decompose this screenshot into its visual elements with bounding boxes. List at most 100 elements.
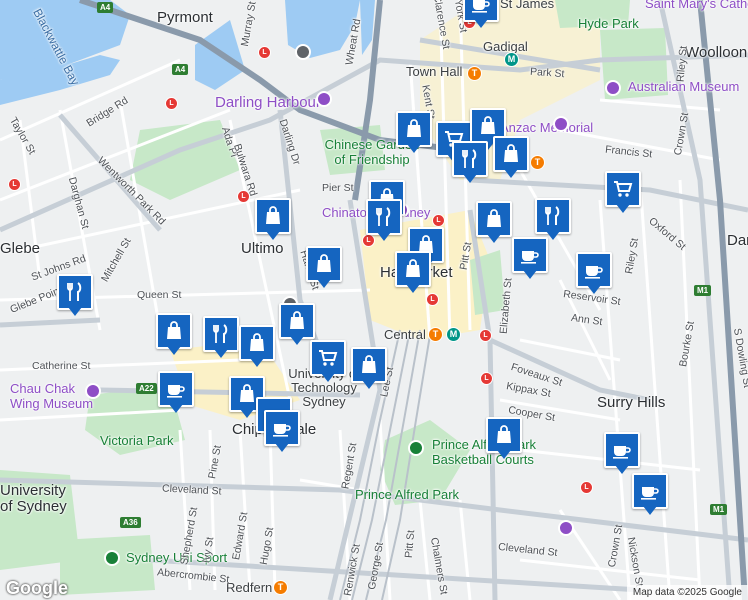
area-label-woolloomooloo: Woolloon bbox=[685, 44, 748, 61]
poi-label-darling-harbour: Darling Harbour bbox=[215, 94, 321, 111]
light-rail-icon: L bbox=[580, 481, 593, 494]
light-rail-icon: L bbox=[432, 214, 445, 227]
shopping-bag-icon bbox=[487, 209, 501, 227]
metro-station-icon: M bbox=[446, 327, 461, 342]
map-marker-fork[interactable] bbox=[452, 141, 488, 187]
map-marker-fork[interactable] bbox=[57, 274, 93, 320]
map-marker-cup[interactable] bbox=[463, 0, 499, 32]
coffee-cup-icon bbox=[273, 424, 291, 437]
map-marker-cup[interactable] bbox=[632, 473, 668, 519]
street-label-catherine-st: Catherine St bbox=[32, 360, 91, 372]
poi-label-hyde-park: Hyde Park bbox=[578, 16, 639, 31]
poi-label-saint-marys: Saint Mary's Cathe bbox=[645, 0, 748, 11]
route-shield-a36: A36 bbox=[120, 517, 141, 528]
shopping-bag-icon bbox=[290, 311, 304, 329]
google-logo: Google bbox=[6, 578, 68, 598]
station-label-st-james: St James bbox=[500, 0, 555, 11]
shopping-bag-icon bbox=[407, 119, 421, 137]
map-marker-bag[interactable] bbox=[255, 198, 291, 244]
coffee-cup-icon bbox=[641, 487, 659, 500]
train-station-icon: T bbox=[467, 66, 482, 81]
map-marker-cup[interactable] bbox=[264, 410, 300, 456]
restaurant-icon bbox=[545, 206, 560, 225]
map-marker-cup[interactable] bbox=[158, 371, 194, 417]
train-station-icon: T bbox=[273, 580, 288, 595]
map-marker-fork[interactable] bbox=[203, 316, 239, 362]
coffee-cup-icon bbox=[167, 385, 185, 398]
map-canvas[interactable]: Pyrmont Ultimo Glebe Woolloon Haymarket … bbox=[0, 0, 748, 600]
map-marker-bag[interactable] bbox=[486, 417, 522, 463]
map-marker-cup[interactable] bbox=[604, 432, 640, 478]
museum-icon bbox=[553, 116, 569, 132]
street-label-pitt-st-south: Pitt St bbox=[402, 529, 418, 559]
shopping-bag-icon bbox=[250, 333, 264, 351]
station-label-gadigal: Gadigal bbox=[483, 39, 528, 54]
restaurant-icon bbox=[462, 149, 477, 168]
light-rail-icon: L bbox=[165, 97, 178, 110]
light-rail-icon: L bbox=[480, 372, 493, 385]
map-marker-cup[interactable] bbox=[512, 237, 548, 283]
area-label-surry-hills: Surry Hills bbox=[597, 394, 666, 411]
map-marker-bag[interactable] bbox=[306, 246, 342, 292]
coffee-cup-icon bbox=[613, 446, 631, 459]
area-label-university-of-sydney: University of Sydney bbox=[0, 482, 67, 515]
area-label-glebe: Glebe bbox=[0, 240, 41, 257]
shopping-bag-icon bbox=[362, 355, 376, 373]
poi-label-prince-alfred-park: Prince Alfred Park bbox=[355, 487, 460, 502]
restaurant-icon bbox=[67, 282, 82, 301]
museum-icon bbox=[605, 80, 621, 96]
poi-label-victoria-park: Victoria Park bbox=[100, 433, 174, 448]
coffee-cup-icon bbox=[472, 0, 490, 13]
light-rail-icon: L bbox=[237, 190, 250, 203]
restaurant-icon bbox=[376, 207, 391, 226]
map-marker-cart[interactable] bbox=[605, 171, 641, 217]
street-label-queen-st: Queen St bbox=[137, 289, 182, 301]
park-icon bbox=[104, 550, 120, 566]
restaurant-icon bbox=[213, 324, 228, 343]
shopping-bag-icon bbox=[481, 116, 495, 134]
station-label-town-hall: Town Hall bbox=[406, 64, 463, 79]
shopping-cart-icon bbox=[614, 181, 633, 197]
light-rail-icon: L bbox=[479, 329, 492, 342]
museum-icon bbox=[85, 383, 101, 399]
map-attribution[interactable]: Map data ©2025 Google bbox=[626, 585, 748, 600]
landmark-icon bbox=[295, 44, 311, 60]
map-marker-bag[interactable] bbox=[156, 313, 192, 359]
coffee-cup-icon bbox=[521, 251, 539, 264]
museum-icon bbox=[558, 520, 574, 536]
map-marker-bag[interactable] bbox=[351, 347, 387, 393]
route-shield-a22: A22 bbox=[136, 383, 157, 394]
area-label-pyrmont: Pyrmont bbox=[157, 9, 213, 26]
station-label-redfern: Redfern bbox=[226, 580, 273, 595]
shopping-bag-icon bbox=[167, 321, 181, 339]
station-label-central: Central bbox=[384, 327, 426, 342]
street-label-pier-st: Pier St bbox=[322, 182, 354, 194]
shopping-cart-icon bbox=[319, 350, 338, 366]
route-shield-a4-north: A4 bbox=[97, 2, 114, 13]
map-marker-cart[interactable] bbox=[310, 340, 346, 386]
light-rail-icon: L bbox=[8, 178, 21, 191]
train-station-icon: T bbox=[428, 327, 443, 342]
map-marker-fork[interactable] bbox=[366, 199, 402, 245]
coffee-cup-icon bbox=[585, 266, 603, 279]
map-marker-cup[interactable] bbox=[576, 252, 612, 298]
park-icon bbox=[408, 440, 424, 456]
poi-label-anzac-memorial: Anzac Memorial bbox=[500, 120, 594, 135]
shopping-bag-icon bbox=[266, 206, 280, 224]
route-shield-a4-pyrmont: A4 bbox=[172, 64, 189, 75]
light-rail-icon: L bbox=[258, 46, 271, 59]
map-marker-bag[interactable] bbox=[493, 136, 529, 182]
map-marker-bag[interactable] bbox=[395, 251, 431, 297]
map-marker-bag[interactable] bbox=[396, 111, 432, 157]
shopping-bag-icon bbox=[317, 254, 331, 272]
shopping-bag-icon bbox=[504, 144, 518, 162]
train-station-icon: T bbox=[530, 155, 545, 170]
route-shield-m1-north: M1 bbox=[694, 285, 712, 296]
area-label-darlinghurst: Darl bbox=[727, 232, 748, 249]
map-marker-bag[interactable] bbox=[476, 201, 512, 247]
shopping-bag-icon bbox=[497, 425, 511, 443]
shopping-bag-icon bbox=[406, 259, 420, 277]
map-marker-bag[interactable] bbox=[239, 325, 275, 371]
metro-station-icon: M bbox=[504, 52, 519, 67]
street-label-park-st: Park St bbox=[529, 65, 565, 81]
